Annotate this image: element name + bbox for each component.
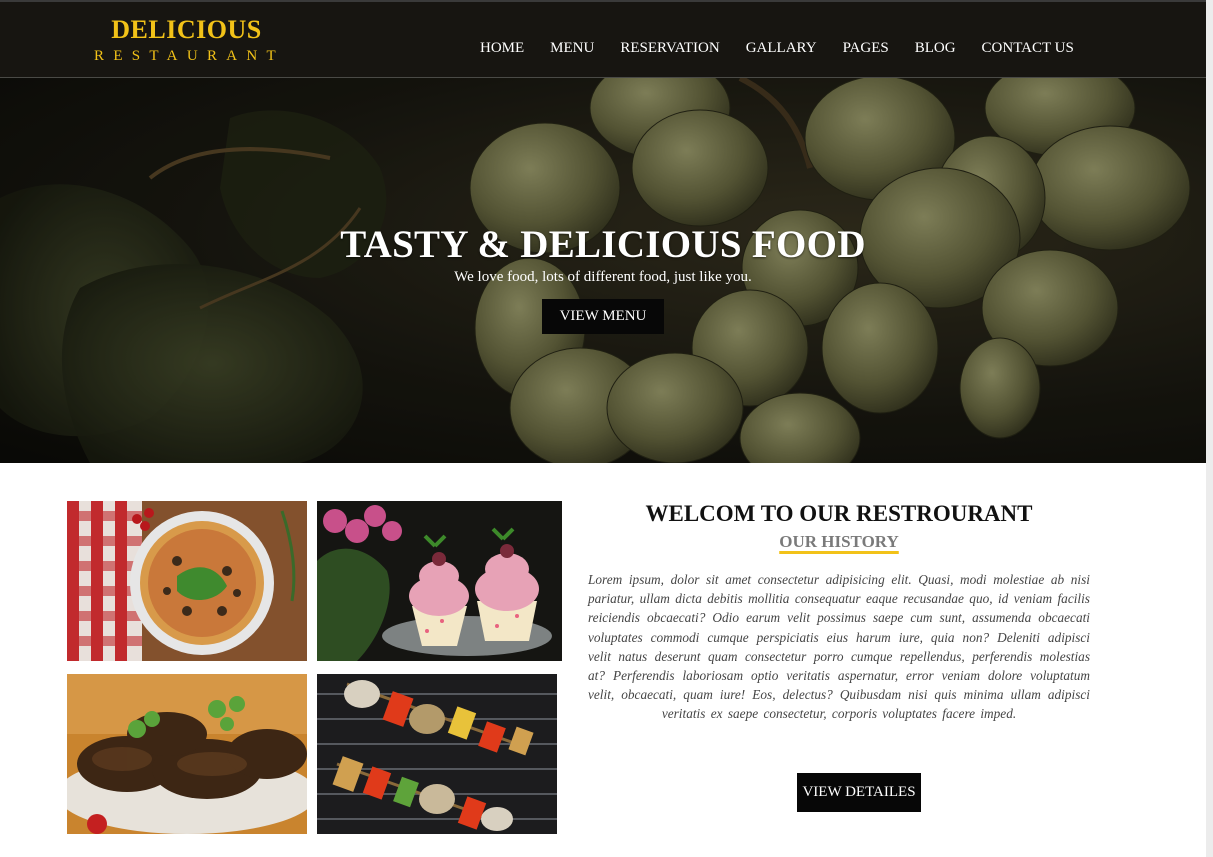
nav-reservation[interactable]: RESERVATION <box>620 40 719 57</box>
view-menu-button[interactable]: VIEW MENU <box>541 299 665 334</box>
hero-subtitle: We love food, lots of different food, ju… <box>454 269 752 285</box>
view-details-button[interactable]: VIEW DETAILES <box>797 773 921 812</box>
top-navbar: DELICIOUS RESTAURANT HOME MENU RESERVATI… <box>0 0 1206 78</box>
our-history-heading: OUR HISTORY <box>779 532 899 551</box>
pizza-image <box>67 501 307 661</box>
nav-blog[interactable]: BLOG <box>915 40 956 57</box>
brand-logo[interactable]: DELICIOUS RESTAURANT <box>84 16 289 65</box>
hero-title: TASTY & DELICIOUS FOOD <box>340 223 866 266</box>
welcome-title: WELCOM TO OUR RESTROURANT <box>645 501 1033 526</box>
page-scrollbar[interactable] <box>1206 0 1213 857</box>
hero-banner: TASTY & DELICIOUS FOOD We love food, lot… <box>0 78 1206 463</box>
welcome-section: WELCOM TO OUR RESTROURANT OUR HISTORY Lo… <box>588 500 1090 724</box>
main-nav: HOME MENU RESERVATION GALLARY PAGES BLOG… <box>467 40 1087 57</box>
welcome-body-text: Lorem ipsum, dolor sit amet consectetur … <box>588 572 1090 722</box>
nav-menu[interactable]: MENU <box>550 40 594 57</box>
brand-title: DELICIOUS <box>111 15 262 44</box>
nav-pages[interactable]: PAGES <box>843 40 889 57</box>
hero-content: TASTY & DELICIOUS FOOD We love food, lot… <box>0 223 1206 334</box>
grilled-meat-image <box>67 674 307 834</box>
cupcakes-image <box>317 501 562 661</box>
brand-subtitle: RESTAURANT <box>94 48 285 64</box>
nav-home[interactable]: HOME <box>480 40 524 57</box>
nav-contact[interactable]: CONTACT US <box>982 40 1074 57</box>
vegetable-skewers-image <box>317 674 557 834</box>
nav-gallery[interactable]: GALLARY <box>746 40 817 57</box>
